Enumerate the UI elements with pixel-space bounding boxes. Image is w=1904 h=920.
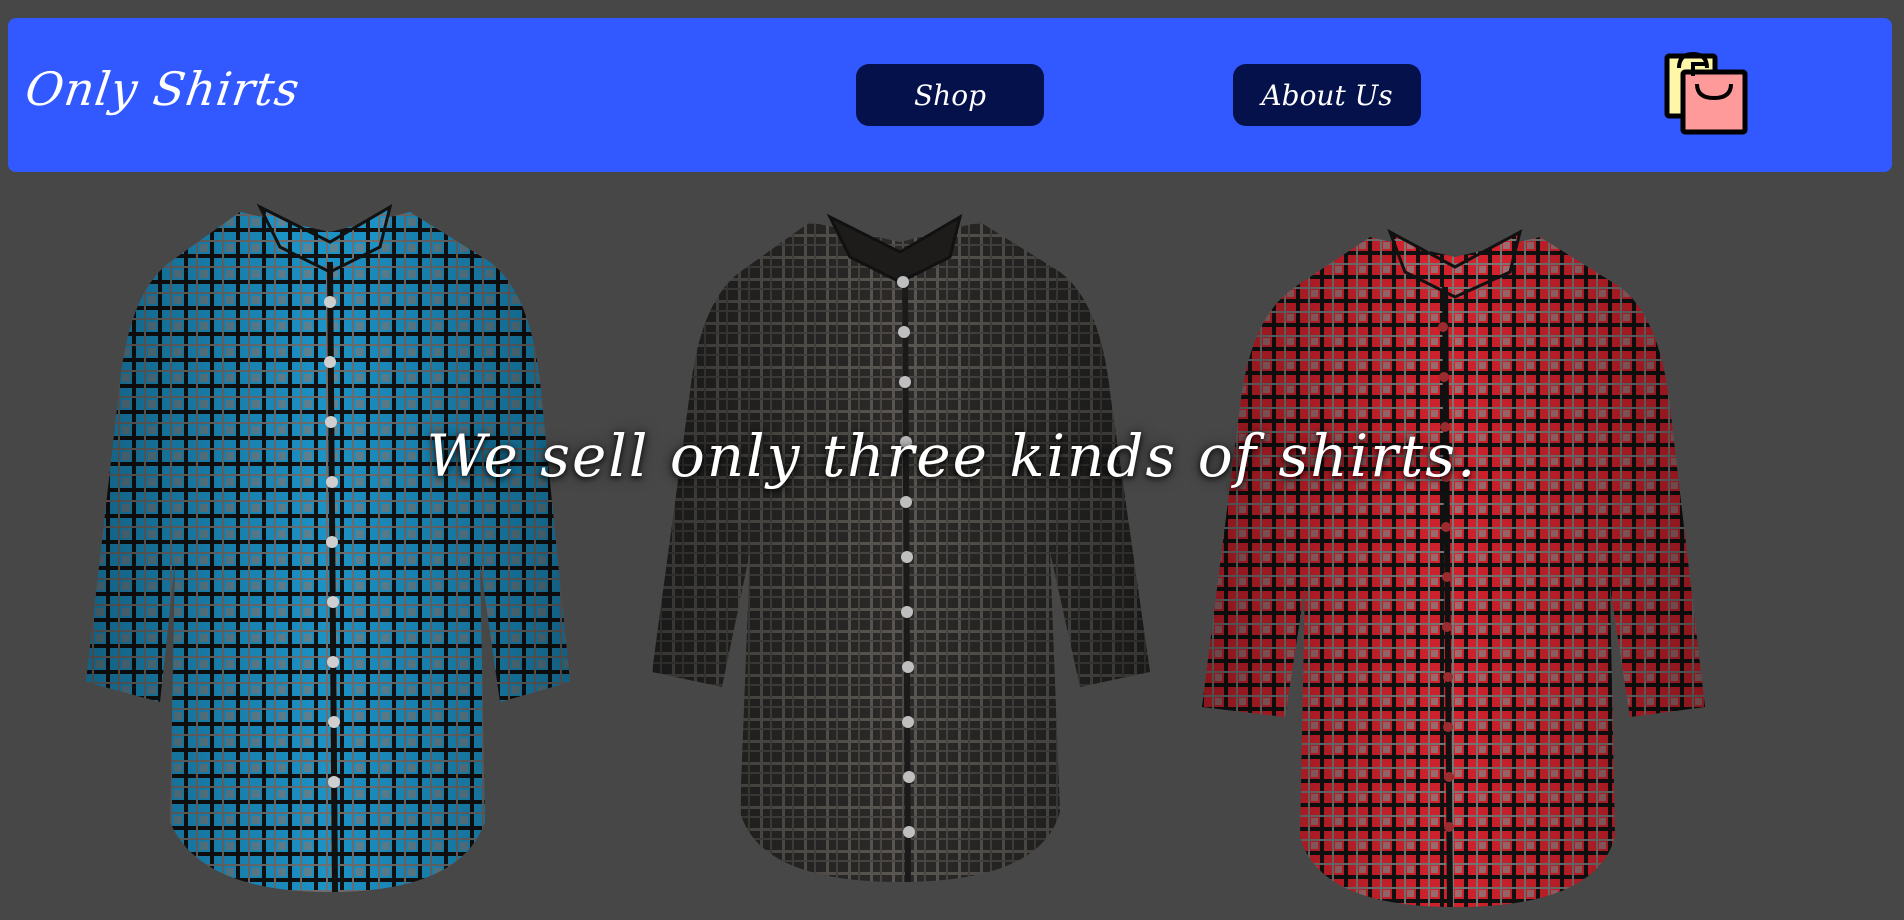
brand-logo[interactable]: Only Shirts bbox=[22, 62, 303, 116]
shopping-bags-icon[interactable] bbox=[1663, 52, 1753, 136]
blue-shirt-image[interactable] bbox=[80, 202, 580, 892]
about-us-button[interactable]: About Us bbox=[1233, 64, 1421, 126]
hero-tagline: We sell only three kinds of shirts. bbox=[426, 422, 1478, 490]
hero-section: We sell only three kinds of shirts. bbox=[0, 172, 1904, 920]
page: Only Shirts Shop About Us We sell only t… bbox=[0, 0, 1904, 920]
black-shirt-image[interactable] bbox=[650, 212, 1150, 892]
red-shirt-image[interactable] bbox=[1200, 227, 1710, 917]
shop-button[interactable]: Shop bbox=[856, 64, 1044, 126]
navbar: Only Shirts Shop About Us bbox=[8, 18, 1892, 172]
